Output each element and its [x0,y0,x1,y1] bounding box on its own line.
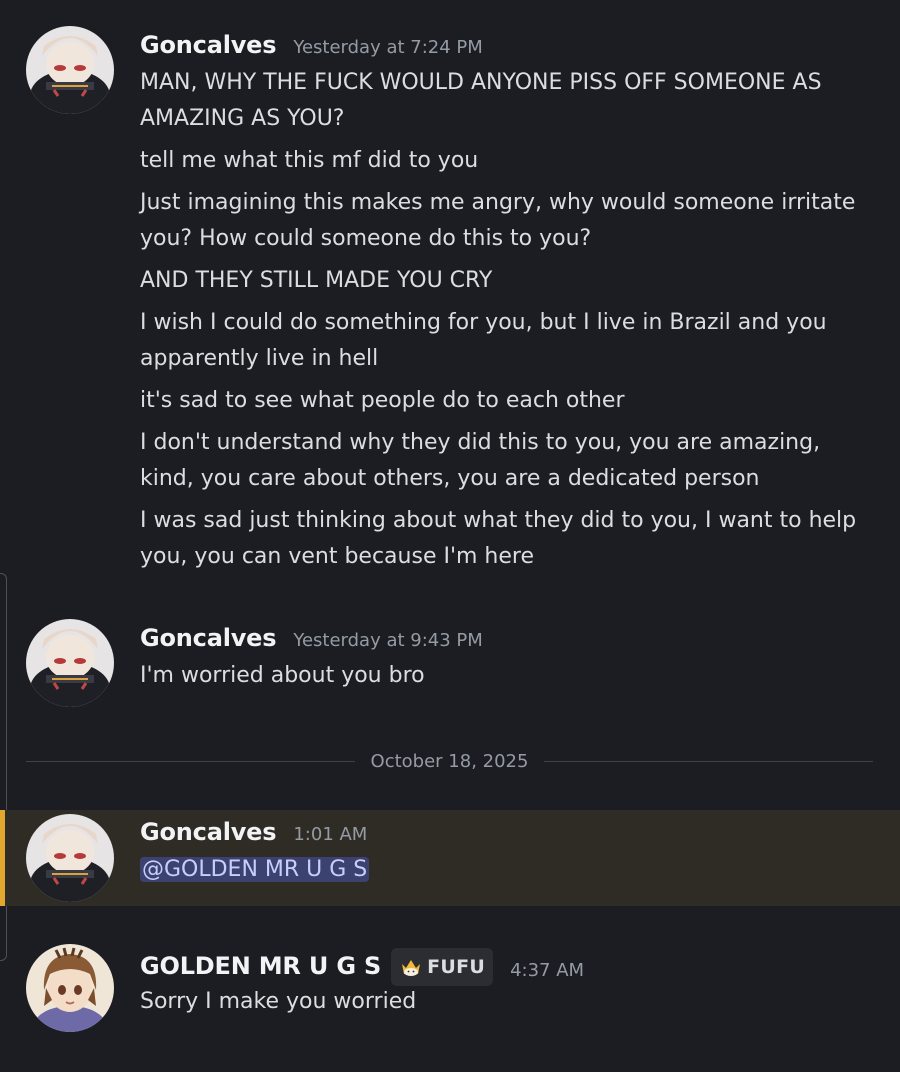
timestamp[interactable]: 4:37 AM [510,960,584,981]
avatar[interactable] [26,619,114,707]
date-divider: October 18, 2025 [26,740,874,782]
message-text: tell me what this mf did to you [140,148,479,173]
timestamp[interactable]: 1:01 AM [293,824,367,845]
message-text: AND THEY STILL MADE YOU CRY [140,268,493,293]
message-text: Just imagining this makes me angry, why … [140,190,856,251]
message-lines: MAN, WHY THE FUCK WOULD ANYONE PISS OFF … [140,65,875,581]
message-text: I was sad just thinking about what they … [140,508,857,569]
message-header: Goncalves Yesterday at 7:24 PM [140,31,483,59]
divider-rule [26,760,355,762]
crown-cat-icon [402,960,421,976]
avatar[interactable] [26,26,114,114]
avatar[interactable] [26,814,114,902]
avatar-goncalves-icon [26,26,114,114]
timestamp[interactable]: Yesterday at 9:43 PM [293,630,482,651]
mention-highlight-bar [0,810,5,906]
message-lines: Sorry I make you worried [140,984,875,1026]
server-tag[interactable]: FUFU [391,948,494,986]
username[interactable]: Goncalves [140,624,277,652]
message-text: @GOLDEN MR U G S [140,852,875,888]
message-text: I don't understand why they did this to … [140,430,821,491]
avatar[interactable] [26,944,114,1032]
message-text: MAN, WHY THE FUCK WOULD ANYONE PISS OFF … [140,70,822,131]
message-header: GOLDEN MR U G S FUFU 4:37 AM [140,944,584,988]
avatar-goncalves-icon [26,814,114,902]
server-tag-label: FUFU [427,956,486,978]
message-text: it's sad to see what people do to each o… [140,388,625,413]
username[interactable]: GOLDEN MR U G S [140,952,381,980]
user-mention[interactable]: @GOLDEN MR U G S [140,857,370,882]
username[interactable]: Goncalves [140,818,277,846]
username[interactable]: Goncalves [140,31,277,59]
divider-rule [544,760,874,762]
message-group-3-mentioned: Goncalves 1:01 AM @GOLDEN MR U G S [0,810,900,906]
divider-date: October 18, 2025 [370,750,529,772]
avatar-goncalves-icon [26,619,114,707]
message-text: I'm worried about you bro [140,663,425,688]
message-header: Goncalves 1:01 AM [140,818,367,846]
message-text: Sorry I make you worried [140,989,417,1014]
avatar-golden-icon [26,944,114,1032]
message-lines: I'm worried about you bro [140,658,875,700]
message-text: I wish I could do something for you, but… [140,310,827,371]
timestamp[interactable]: Yesterday at 7:24 PM [293,37,482,58]
message-header: Goncalves Yesterday at 9:43 PM [140,624,483,652]
message-lines: @GOLDEN MR U G S [140,852,875,894]
